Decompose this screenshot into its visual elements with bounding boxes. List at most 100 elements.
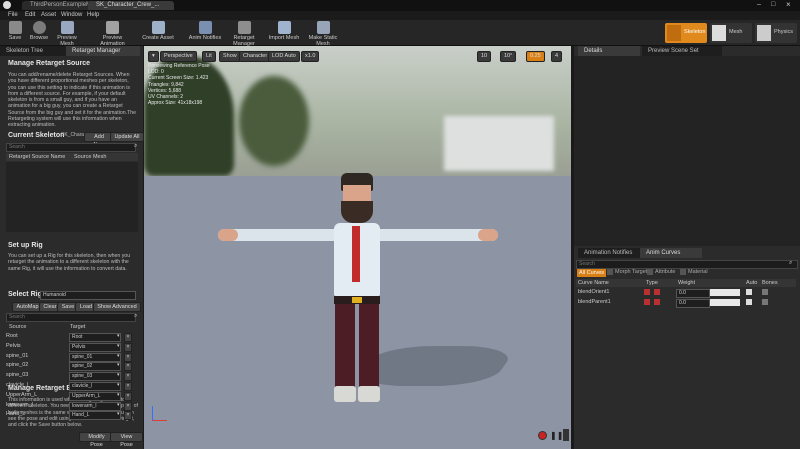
camera-speed-button[interactable]: 4 bbox=[551, 51, 563, 62]
clear-mapping-icon[interactable]: × bbox=[124, 362, 132, 372]
character-tie bbox=[352, 226, 360, 282]
rig-row: UpperArm_L bbox=[6, 392, 37, 401]
create-asset-button[interactable]: Create Asset bbox=[140, 21, 176, 41]
curve-auto-checkbox[interactable] bbox=[746, 299, 752, 305]
curve-weight-input[interactable]: 0.0 bbox=[676, 289, 710, 298]
rig-target-dropdown[interactable]: spine_03 bbox=[69, 372, 121, 382]
tab-level[interactable]: ThirdPersonExampleMap bbox=[22, 1, 98, 10]
lit-button[interactable]: Lit bbox=[202, 51, 216, 62]
clear-mapping-icon[interactable]: × bbox=[124, 352, 132, 362]
select-rig-dropdown[interactable]: Humanoid bbox=[40, 291, 136, 300]
chevron-down-icon: ▾ bbox=[117, 333, 120, 339]
save-label: Save bbox=[8, 35, 22, 41]
morph-type-icon[interactable] bbox=[644, 299, 650, 305]
rig-row: Root bbox=[6, 333, 18, 342]
morph-type-icon[interactable] bbox=[644, 289, 650, 295]
clear-mapping-icon[interactable]: × bbox=[124, 372, 132, 382]
perspective-button[interactable]: Perspective bbox=[160, 51, 197, 62]
curve-search[interactable]: Search bbox=[576, 260, 798, 269]
tab-skeleton[interactable]: SK_Character_Crew_... bbox=[88, 1, 174, 10]
rig-target-dropdown[interactable]: lowerarm_l bbox=[69, 401, 121, 411]
tab-skeleton-tree[interactable]: Skeleton Tree bbox=[0, 46, 66, 56]
timeline-scroll[interactable] bbox=[563, 429, 569, 441]
tab-retarget-manager[interactable]: Retarget Manager bbox=[66, 46, 140, 56]
playback-speed-button[interactable]: x1.0 bbox=[301, 51, 320, 62]
tab-anim-curves[interactable]: Anim Curves bbox=[640, 248, 702, 258]
curve-weight-input[interactable]: 0.0 bbox=[676, 299, 710, 308]
close-icon[interactable]: × bbox=[786, 0, 791, 9]
viewport-options-button[interactable]: ▾ bbox=[148, 51, 159, 62]
character-button[interactable]: Character bbox=[239, 51, 272, 62]
show-advanced-button[interactable]: Show Advanced bbox=[93, 302, 141, 312]
preview-animation-button[interactable]: Preview Animation bbox=[90, 21, 135, 47]
rig-target-dropdown[interactable]: clavicle_l bbox=[69, 382, 121, 391]
curve-name: blendOrient1 bbox=[578, 289, 610, 295]
tab-animation-notifies[interactable]: Animation Notifies bbox=[578, 248, 648, 258]
retarget-source-search[interactable]: Search bbox=[6, 143, 136, 152]
chevron-down-icon: ▾ bbox=[117, 352, 120, 359]
mode-mesh[interactable]: Mesh bbox=[710, 23, 752, 43]
character-hand-right bbox=[478, 229, 498, 241]
preview-mesh-button[interactable]: Preview Mesh bbox=[50, 21, 84, 47]
material-type-icon[interactable] bbox=[654, 299, 660, 305]
character-beard bbox=[341, 201, 373, 223]
scale-snap-button[interactable]: 0.25 bbox=[526, 51, 545, 62]
browse-button[interactable]: Browse bbox=[28, 21, 50, 41]
menu-help[interactable]: Help bbox=[87, 11, 99, 20]
update-all-button[interactable]: Update All bbox=[110, 132, 144, 142]
character-leg-right bbox=[359, 304, 379, 388]
maximize-icon[interactable]: □ bbox=[771, 1, 775, 8]
create-asset-icon bbox=[151, 21, 165, 34]
clear-mapping-icon[interactable]: × bbox=[124, 342, 132, 352]
curve-weight-slider[interactable] bbox=[710, 299, 740, 306]
select-rig-label: Select Rig bbox=[8, 291, 42, 298]
make-static-mesh-button[interactable]: Make Static Mesh bbox=[302, 21, 344, 47]
menu-file[interactable]: File bbox=[8, 11, 18, 20]
tab-details[interactable]: Details bbox=[578, 46, 640, 56]
save-button[interactable]: Save bbox=[5, 21, 25, 41]
curve-bones-icon[interactable] bbox=[762, 299, 768, 305]
col-weight: Weight bbox=[678, 280, 696, 286]
filter-material-checkbox[interactable] bbox=[680, 269, 686, 275]
lod-button[interactable]: LOD Auto bbox=[268, 51, 300, 62]
pause-icon[interactable]: ❚❚ bbox=[550, 431, 563, 440]
col-type: Type bbox=[646, 280, 658, 286]
mode-physics[interactable]: Physics bbox=[755, 23, 797, 43]
material-type-icon[interactable] bbox=[654, 289, 660, 295]
filter-all-curves[interactable]: All Curves bbox=[577, 269, 607, 277]
minimize-icon[interactable]: – bbox=[757, 1, 761, 8]
clear-mapping-icon[interactable]: × bbox=[124, 382, 132, 391]
rig-target-dropdown[interactable]: Root bbox=[69, 333, 121, 342]
rig-target-dropdown[interactable]: spine_01 bbox=[69, 352, 121, 362]
retarget-manager-button[interactable]: Retarget Manager bbox=[223, 21, 265, 47]
rig-target-dropdown[interactable]: UpperArm_L bbox=[69, 391, 121, 401]
rotation-snap-button[interactable]: 10° bbox=[500, 51, 517, 62]
rig-target-dropdown[interactable]: spine_02 bbox=[69, 362, 121, 372]
clear-mapping-icon[interactable]: × bbox=[124, 391, 132, 401]
rig-search[interactable]: Search bbox=[6, 313, 136, 322]
menu-asset[interactable]: Asset bbox=[41, 11, 56, 20]
curve-auto-checkbox[interactable] bbox=[746, 289, 752, 295]
curve-bones-icon[interactable] bbox=[762, 289, 768, 295]
curve-weight-slider[interactable] bbox=[710, 289, 740, 296]
view-pose-button[interactable]: View Pose bbox=[110, 432, 143, 448]
anim-notifies-button[interactable]: Anim Notifies bbox=[188, 21, 222, 41]
filter-attribute-checkbox[interactable] bbox=[647, 269, 653, 275]
viewport[interactable]: ▾ Perspective Lit Show Character LOD Aut… bbox=[144, 46, 571, 449]
menu-edit[interactable]: Edit bbox=[25, 11, 35, 20]
tab-preview-scene-set[interactable]: Preview Scene Set bbox=[642, 46, 722, 56]
clear-mapping-icon[interactable]: × bbox=[124, 411, 132, 421]
filter-morph-checkbox[interactable] bbox=[607, 269, 613, 275]
col-source: Source bbox=[9, 324, 27, 330]
rig-target-dropdown[interactable]: Pelvis bbox=[69, 342, 121, 352]
rig-target-dropdown[interactable]: Hand_L bbox=[69, 411, 121, 421]
menu-window[interactable]: Window bbox=[61, 11, 82, 20]
clear-mapping-icon[interactable]: × bbox=[124, 401, 132, 411]
clear-mapping-icon[interactable]: × bbox=[124, 333, 132, 342]
import-mesh-button[interactable]: Import Mesh bbox=[268, 21, 300, 41]
record-icon[interactable] bbox=[538, 431, 547, 440]
show-button[interactable]: Show bbox=[219, 51, 241, 62]
mode-skeleton[interactable]: Skeleton bbox=[665, 23, 707, 43]
grid-snap-button[interactable]: 10 bbox=[477, 51, 492, 62]
modify-pose-button[interactable]: Modify Pose bbox=[79, 432, 114, 448]
